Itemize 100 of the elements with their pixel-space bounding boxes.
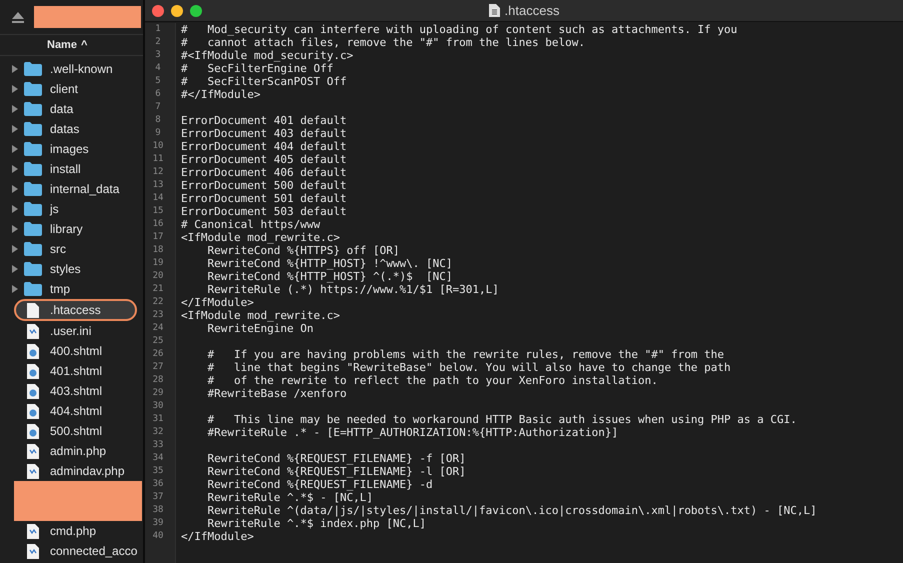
folder-icon (24, 222, 42, 236)
line-number: 37 (152, 492, 164, 502)
window-title: .htaccess (504, 3, 560, 18)
file-list-item[interactable]: tmp (0, 279, 143, 299)
file-list-item[interactable]: 400.shtml (0, 341, 143, 361)
folder-icon (24, 142, 42, 156)
line-number: 38 (152, 505, 164, 515)
document-icon (27, 302, 39, 318)
disclosure-triangle-icon[interactable] (12, 185, 18, 193)
file-list-item[interactable]: admindav.php (0, 461, 143, 481)
code-line: RewriteCond %{REQUEST_FILENAME} -l [OR] (206, 465, 466, 478)
file-list-item[interactable]: datas (0, 119, 143, 139)
file-list-item[interactable]: 500.shtml (0, 421, 143, 441)
disclosure-triangle-icon[interactable] (12, 65, 18, 73)
file-list-item[interactable]: data (0, 99, 143, 119)
folder-icon (24, 282, 42, 296)
disclosure-triangle-icon[interactable] (12, 105, 18, 113)
minimize-button[interactable] (171, 4, 183, 16)
line-number: 5 (155, 76, 161, 86)
disclosure-triangle-icon[interactable] (12, 145, 18, 153)
code-line: ErrorDocument 403 default (181, 127, 347, 140)
code-line: </IfModule> (181, 296, 254, 309)
code-line: ErrorDocument 501 default (181, 192, 347, 205)
line-number: 1 (155, 24, 161, 34)
line-number: 3 (155, 50, 161, 60)
line-number: 16 (152, 219, 164, 229)
disclosure-triangle-icon[interactable] (12, 85, 18, 93)
folder-icon (24, 122, 42, 136)
file-list-item[interactable]: library (0, 219, 143, 239)
file-list-item[interactable]: install (0, 159, 143, 179)
file-list-item[interactable]: .user.ini (0, 321, 143, 341)
name-column-header[interactable]: Name ^ (0, 35, 143, 56)
line-number: 12 (152, 167, 164, 177)
code-line: #RewriteBase /xenforo (206, 387, 347, 400)
disclosure-triangle-icon[interactable] (12, 265, 18, 273)
file-list-item[interactable]: js (0, 199, 143, 219)
code-file-icon (27, 524, 39, 538)
file-list-item[interactable]: connected_acco (0, 541, 143, 561)
line-number: 11 (152, 154, 164, 164)
web-file-icon (27, 424, 39, 438)
code-line: RewriteRule (.*) https://www.%1/$1 [R=301,L] (206, 283, 499, 296)
file-list-item[interactable]: internal_data (0, 179, 143, 199)
file-list-item[interactable]: client (0, 79, 143, 99)
file-list-item[interactable]: cmd.php (0, 521, 143, 541)
line-number: 39 (152, 518, 164, 528)
code-line: #<IfModule mod_security.c> (181, 49, 354, 62)
file-list-item[interactable]: .well-known (0, 59, 143, 79)
line-number: 18 (152, 245, 164, 255)
code-line: <IfModule mod_rewrite.c> (181, 231, 340, 244)
code-line: ErrorDocument 406 default (181, 166, 347, 179)
disclosure-triangle-icon[interactable] (12, 125, 18, 133)
line-number: 31 (152, 414, 164, 424)
code-line: ErrorDocument 503 default (181, 205, 347, 218)
disclosure-triangle-icon[interactable] (12, 165, 18, 173)
line-number: 26 (152, 349, 164, 359)
eject-icon[interactable] (12, 12, 24, 22)
line-number: 32 (152, 427, 164, 437)
code-line: #RewriteRule .* - [E=HTTP_AUTHORIZATION:%{HTTP:Authorization}] (206, 426, 618, 439)
code-line: # Mod_security can interfere with uploading of content such as attachments. If you (181, 23, 738, 36)
line-number: 15 (152, 206, 164, 216)
line-number: 8 (155, 115, 161, 125)
code-line: ErrorDocument 404 default (181, 140, 347, 153)
code-line: # SecFilterEngine Off (181, 62, 334, 75)
file-list-item[interactable]: 403.shtml (0, 381, 143, 401)
line-number: 13 (152, 180, 164, 190)
file-list-item[interactable]: 401.shtml (0, 361, 143, 381)
line-number: 6 (155, 89, 161, 99)
folder-icon (24, 102, 42, 116)
line-number: 36 (152, 479, 164, 489)
line-number: 23 (152, 310, 164, 320)
disclosure-triangle-icon[interactable] (12, 285, 18, 293)
file-list-item[interactable]: images (0, 139, 143, 159)
line-number: 35 (152, 466, 164, 476)
code-line: </IfModule> (181, 530, 254, 543)
disclosure-triangle-icon[interactable] (12, 205, 18, 213)
document-icon (488, 4, 500, 17)
web-file-icon (27, 384, 39, 398)
code-line: RewriteRule ^.*$ - [NC,L] (206, 491, 374, 504)
line-number: 20 (152, 271, 164, 281)
file-list-item[interactable]: src (0, 239, 143, 259)
disclosure-triangle-icon[interactable] (12, 245, 18, 253)
close-button[interactable] (152, 4, 164, 16)
code-line: ErrorDocument 500 default (181, 179, 347, 192)
file-list-item[interactable]: admin.php (0, 441, 143, 461)
code-line: RewriteRule ^(data/|js/|styles/|install/|favicon\.ico|crossdomain\.xml|robots\.txt) - [NC,L] (206, 504, 817, 517)
line-number: 24 (152, 323, 164, 333)
disclosure-triangle-icon[interactable] (12, 225, 18, 233)
file-list-item[interactable]: styles (0, 259, 143, 279)
code-line: RewriteCond %{HTTPS} off [OR] (206, 244, 400, 257)
line-number: 22 (152, 297, 164, 307)
code-line: # Canonical https/www (181, 218, 320, 231)
folder-icon (24, 242, 42, 256)
zoom-button[interactable] (190, 4, 202, 16)
file-list-item[interactable]: .htaccess (14, 299, 137, 321)
code-file-icon (27, 444, 39, 458)
code-line: RewriteCond %{HTTP_HOST} ^(.*)$ [NC] (206, 270, 453, 283)
code-line: # of the rewrite to reflect the path to your XenForo installation. (206, 374, 658, 387)
file-list-item[interactable]: 404.shtml (0, 401, 143, 421)
line-number: 34 (152, 453, 164, 463)
line-number: 7 (155, 102, 161, 112)
